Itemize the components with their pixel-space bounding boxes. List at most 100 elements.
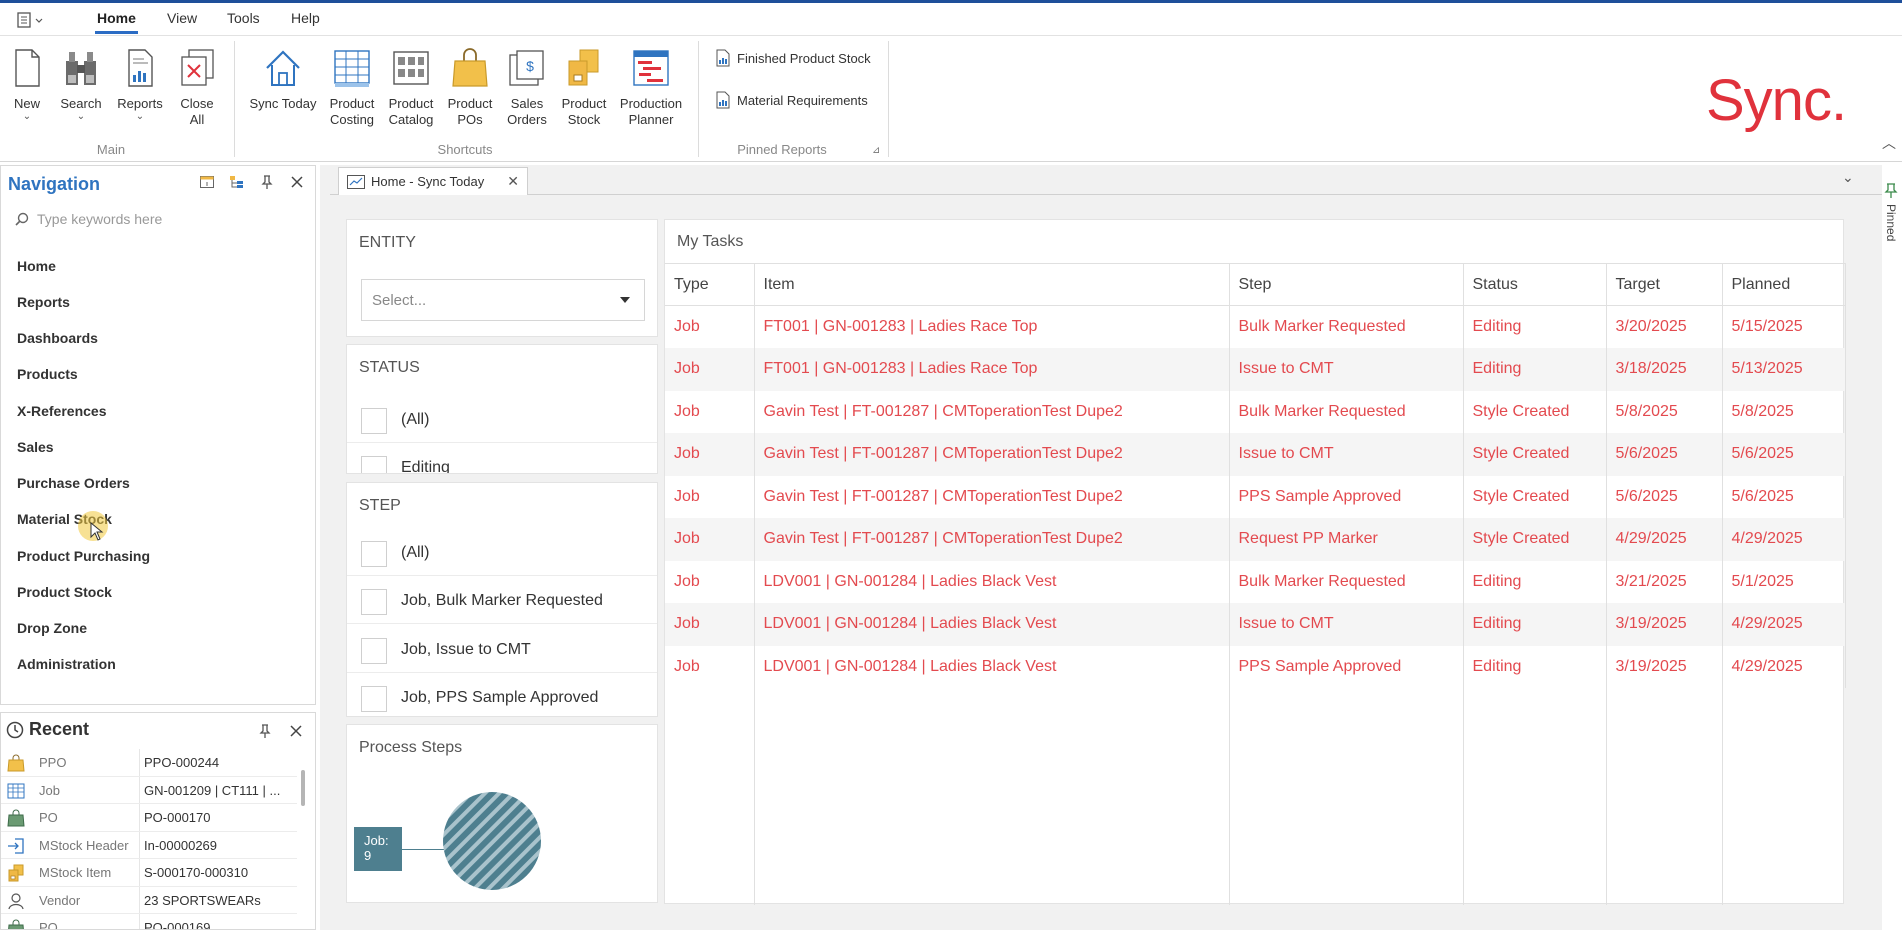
nav-item-sales[interactable]: Sales [17, 439, 54, 455]
home-icon [266, 50, 300, 86]
nav-item-dashboards[interactable]: Dashboards [17, 330, 98, 346]
new-button[interactable]: New ⌄ [6, 47, 48, 122]
status-option-label: Editing [401, 459, 450, 474]
entity-select[interactable]: Select... [361, 279, 645, 321]
nav-item-reports[interactable]: Reports [17, 294, 70, 310]
pinned-report-material-requirements[interactable]: Material Requirements [715, 91, 868, 109]
checkbox[interactable] [361, 456, 387, 473]
recent-row[interactable]: PO PO-000170 [1, 804, 297, 832]
group-options-icon[interactable]: ⊿ [872, 145, 880, 156]
tab-home-sync-today[interactable]: Home - Sync Today ✕ [338, 167, 528, 195]
menu-tab-view[interactable]: View [167, 10, 197, 26]
column-header-type[interactable]: Type [665, 263, 755, 306]
table-row[interactable]: Job Gavin Test | FT-001287 | CMToperation… [665, 475, 1846, 518]
layout-icon[interactable] [199, 174, 215, 190]
recent-row[interactable]: Job GN-001209 | CT111 | ... [1, 776, 297, 804]
step-filter-title: STEP [359, 497, 401, 514]
menu-tab-home[interactable]: Home [95, 10, 138, 34]
nav-item-product-stock[interactable]: Product Stock [17, 584, 112, 600]
close-all-button[interactable]: Close All [176, 47, 218, 128]
arrow-in-icon [8, 837, 24, 854]
recent-row[interactable]: MStock Item S-000170-000310 [1, 859, 297, 887]
checkbox[interactable] [361, 408, 387, 434]
menu-tab-tools[interactable]: Tools [227, 10, 260, 26]
nav-item-product-purchasing[interactable]: Product Purchasing [17, 548, 150, 564]
ribbon-separator [888, 41, 889, 157]
step-option[interactable]: (All) [347, 528, 657, 576]
status-option[interactable]: Editing [347, 443, 657, 474]
table-row[interactable]: Job Gavin Test | FT-001287 | CMToperation… [665, 433, 1846, 476]
menu-tab-help[interactable]: Help [291, 10, 320, 26]
cell-item: Gavin Test | FT-001287 | CMToperationTes… [754, 433, 1230, 476]
table-row[interactable]: Job FT001 | GN-001283 | Ladies Race Top Is… [665, 348, 1846, 391]
nav-item-products[interactable]: Products [17, 366, 78, 382]
reports-button[interactable]: Reports ⌄ [113, 47, 167, 122]
recent-row[interactable]: PO PO-000169 [1, 914, 297, 929]
status-option[interactable]: (All) [347, 395, 657, 443]
close-tab-icon[interactable]: ✕ [507, 173, 519, 190]
product-pos-button[interactable]: Product POs [446, 47, 494, 128]
checkbox[interactable] [361, 686, 387, 712]
table-row[interactable]: Job Gavin Test | FT-001287 | CMToperation… [665, 518, 1846, 561]
product-pos-label: Product POs [447, 96, 493, 127]
pinned-side-tab[interactable]: Pinned [1880, 180, 1902, 260]
collapse-ribbon-icon[interactable]: ︿ [1882, 133, 1896, 153]
tree-view-icon[interactable] [229, 174, 245, 190]
product-catalog-button[interactable]: Product Catalog [386, 47, 436, 128]
close-icon[interactable] [288, 723, 304, 739]
recent-value: In-00000269 [144, 837, 218, 853]
column-divider [139, 804, 140, 831]
checkbox[interactable] [361, 589, 387, 615]
close-icon[interactable] [289, 174, 305, 190]
nav-item-administration[interactable]: Administration [17, 656, 116, 672]
cell-type: Job [665, 475, 755, 518]
shopping-bag-icon [452, 48, 488, 87]
table-row[interactable]: Job LDV001 | GN-001284 | Ladies Black Ves… [665, 645, 1846, 688]
product-stock-button[interactable]: Product Stock [558, 47, 610, 128]
checkbox[interactable] [361, 638, 387, 664]
recent-scrollbar[interactable] [301, 770, 305, 806]
column-header-target[interactable]: Target [1606, 263, 1723, 306]
table-row[interactable]: Job LDV001 | GN-001284 | Ladies Black Ves… [665, 560, 1846, 603]
process-pie-chart[interactable] [442, 791, 542, 891]
cell-planned: 4/29/2025 [1722, 518, 1846, 561]
column-header-step[interactable]: Step [1229, 263, 1464, 306]
nav-item-purchase-orders[interactable]: Purchase Orders [17, 475, 130, 491]
nav-item-drop-zone[interactable]: Drop Zone [17, 620, 87, 636]
production-planner-button[interactable]: Production Planner [616, 47, 686, 128]
nav-item-home[interactable]: Home [17, 258, 56, 274]
search-button[interactable]: Search ⌄ [58, 47, 104, 122]
pin-icon[interactable] [257, 723, 273, 739]
column-header-item[interactable]: Item [754, 263, 1230, 306]
recent-value: PPO-000244 [144, 755, 220, 770]
step-option-label: Job, Bulk Marker Requested [401, 592, 603, 609]
cell-planned: 5/15/2025 [1722, 305, 1846, 348]
step-option[interactable]: Job, Bulk Marker Requested [347, 576, 657, 624]
recent-row[interactable]: Vendor 23 SPORTSWEARs [1, 886, 297, 914]
product-costing-button[interactable]: Product Costing [326, 47, 378, 128]
pinned-report-finished-product-stock[interactable]: Finished Product Stock [715, 49, 871, 67]
pin-icon[interactable] [259, 174, 275, 190]
recent-row[interactable]: MStock Header In-00000269 [1, 831, 297, 859]
cell-status: Style Created [1463, 518, 1607, 561]
search-input[interactable]: Type keywords here [37, 211, 162, 227]
table-row[interactable]: Job Gavin Test | FT-001287 | CMToperation… [665, 390, 1846, 433]
column-header-planned[interactable]: Planned [1722, 263, 1846, 306]
nav-item-x-references[interactable]: X-References [17, 403, 107, 419]
table-row[interactable]: Job FT001 | GN-001283 | Ladies Race Top Bu… [665, 305, 1846, 348]
sales-orders-button[interactable]: $ Sales Orders [502, 47, 552, 128]
column-header-status[interactable]: Status [1463, 263, 1607, 306]
recent-row[interactable]: PPO PPO-000244 [1, 749, 297, 777]
sync-today-button[interactable]: Sync Today [245, 47, 321, 112]
tab-list-chevron-icon[interactable]: ⌄ [1842, 169, 1854, 186]
step-option[interactable]: Job, PPS Sample Approved [347, 673, 657, 716]
tab-label: Home - Sync Today [371, 174, 485, 189]
cell-type: Job [665, 645, 755, 688]
navigation-search[interactable]: Type keywords here [15, 211, 162, 227]
process-node-job[interactable]: Job: 9 [354, 827, 402, 871]
step-option[interactable]: Job, Issue to CMT [347, 625, 657, 673]
process-connector [402, 849, 444, 850]
app-menu-button[interactable] [16, 11, 50, 31]
table-row[interactable]: Job LDV001 | GN-001284 | Ladies Black Ves… [665, 603, 1846, 646]
checkbox[interactable] [361, 541, 387, 567]
